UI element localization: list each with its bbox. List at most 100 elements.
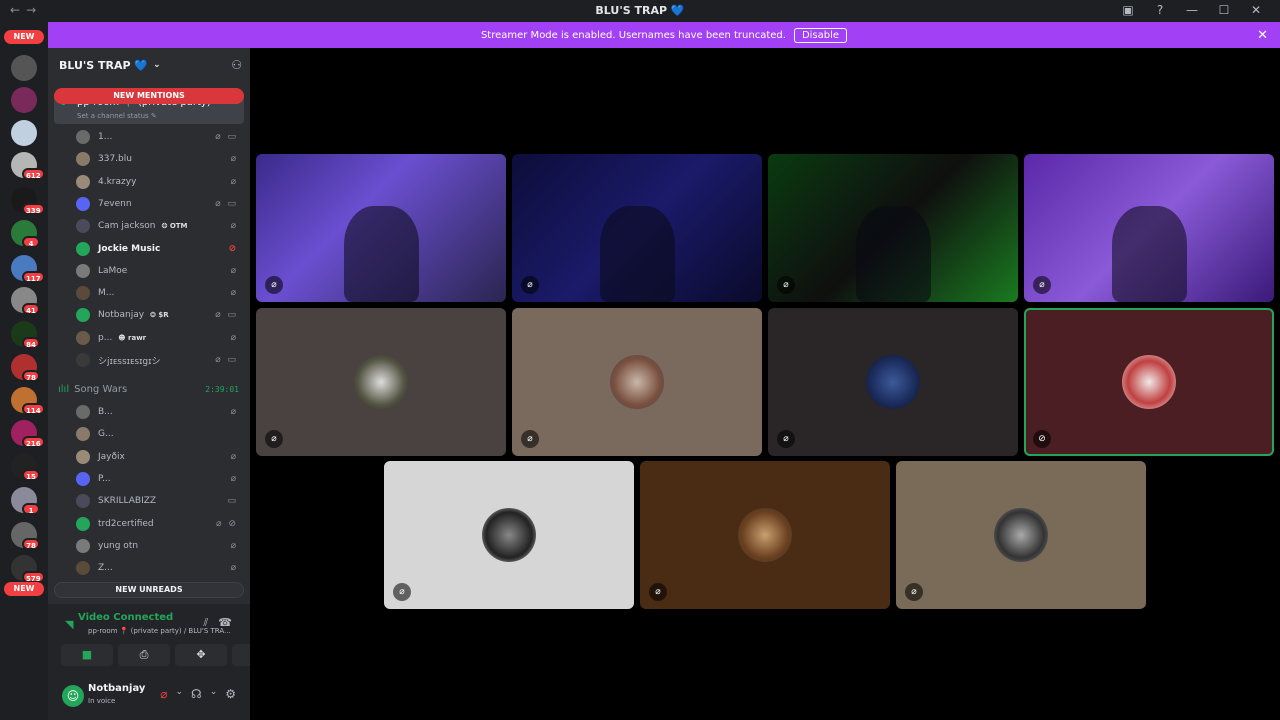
member-row[interactable]: p... ☻ rawr ⌀ [76, 328, 244, 348]
participant-tile[interactable]: ⌀ [384, 461, 634, 609]
server-icon[interactable] [11, 55, 37, 81]
participant-tile[interactable]: ⌀ [640, 461, 890, 609]
channel-song-wars[interactable]: ılıl Song Wars 2:39:01 [58, 381, 244, 397]
mic-muted-icon: ⌀ [521, 276, 539, 294]
participant-tile[interactable]: ⌀ [768, 308, 1018, 456]
server-unread-badge: 78 [22, 538, 40, 550]
new-pill-bottom[interactable]: NEW [4, 582, 44, 596]
avatar [354, 355, 408, 409]
server-unread-badge: 15 [22, 469, 40, 481]
chevron-down-icon[interactable]: ⌄ [210, 687, 218, 701]
server-header[interactable]: BLU'S TRAP 💙 ⌄ ⚇ [48, 48, 250, 82]
member-row[interactable]: M... ⌀ [76, 283, 244, 303]
member-name: シjɪᴇssɪᴇsɪgɪシ [98, 356, 161, 367]
participant-tile[interactable]: ⌀ [256, 308, 506, 456]
member-row[interactable]: P... ⌀ [76, 469, 244, 489]
user-name[interactable]: Notbanjay [88, 683, 145, 694]
avatar [76, 516, 90, 531]
avatar [76, 174, 90, 189]
inbox-icon[interactable]: ▣ [1112, 3, 1144, 17]
member-row[interactable]: 337.blu ⌀ [76, 149, 244, 169]
chevron-down-icon[interactable]: ⌄ [175, 687, 183, 701]
maximize-icon[interactable]: ☐ [1208, 3, 1240, 17]
channel-status[interactable]: Set a channel status ✎ [77, 112, 157, 120]
avatar [994, 508, 1048, 562]
screenshare-button[interactable]: ⎙ [118, 644, 170, 666]
avatar [76, 494, 90, 509]
member-row[interactable]: 7evenn ⌀ ▭ [76, 194, 244, 214]
avatar [76, 405, 90, 419]
video-tile[interactable]: ⌀ [512, 154, 762, 302]
participant-tile[interactable]: ⊘ [1024, 308, 1274, 456]
server-icon[interactable] [11, 87, 37, 113]
video-feed [343, 205, 419, 302]
member-row[interactable]: シjɪᴇssɪᴇsɪgɪシ ⌀ ▭ [76, 350, 244, 370]
member-row[interactable]: trd2certified ⌀ ⊘ [76, 514, 244, 534]
member-row[interactable]: Jayðix ⌀ [76, 447, 244, 467]
mic-muted-icon[interactable]: ⌀ [160, 687, 167, 701]
avatar [76, 241, 90, 256]
gear-icon[interactable]: ⚙ [225, 687, 236, 701]
avatar [482, 508, 536, 562]
server-unread-badge: 612 [22, 168, 45, 180]
disconnect-icon[interactable]: ☎ [218, 616, 242, 629]
disable-button[interactable]: Disable [793, 27, 848, 43]
avatar [76, 561, 90, 576]
new-unreads-pill[interactable]: NEW UNREADS [54, 582, 244, 598]
new-mentions-pill[interactable]: NEW MENTIONS [54, 88, 244, 104]
video-tile[interactable]: ⌀ [256, 154, 506, 302]
member-name: SKRILLABIZZ [98, 496, 157, 507]
member-row[interactable]: Z... ⌀ [76, 558, 244, 578]
member-row[interactable]: LaMoe ⌀ [76, 261, 244, 281]
new-pill-top[interactable]: NEW [4, 30, 44, 44]
participant-tile[interactable]: ⌀ [512, 308, 762, 456]
member-row[interactable]: B... ⌀ [76, 402, 244, 422]
member-name: P... [98, 473, 111, 484]
member-status-icons: ⌀ [230, 540, 238, 551]
help-icon[interactable]: ? [1144, 3, 1176, 17]
voice-status[interactable]: Video Connected [78, 612, 173, 623]
mic-muted-icon: ⌀ [393, 583, 411, 601]
participant-tile[interactable]: ⌀ [896, 461, 1146, 609]
member-row[interactable]: 4.krazyy ⌀ [76, 172, 244, 192]
member-status-icons: ⌀ ⊘ [216, 518, 238, 529]
minimize-icon[interactable]: — [1176, 3, 1208, 17]
member-row[interactable]: Jockie Music ⊘ [76, 239, 244, 259]
signal-icon[interactable]: ◥ [65, 618, 73, 631]
avatar [610, 355, 664, 409]
activities-button[interactable]: ✥ [175, 644, 227, 666]
video-tile[interactable]: ⌀ [768, 154, 1018, 302]
video-tile[interactable]: ⌀ [1024, 154, 1274, 302]
server-icon[interactable] [11, 120, 37, 146]
member-status-icons: ⌀ [230, 332, 238, 343]
avatar [76, 130, 90, 144]
member-status-icons: ⌀ [230, 176, 238, 187]
invite-icon[interactable]: ⚇ [231, 58, 242, 72]
noise-suppression-icon[interactable]: ⫽ [203, 616, 218, 629]
video-stage: ⌀ ⌀ ⌀ ⌀ ⌀ ⌀ ⌀ ⊘ ⌀ ⌀ ⌀ [250, 48, 1280, 720]
banner-close-icon[interactable]: ✕ [1257, 28, 1268, 43]
member-status-icons: ⌀ [230, 221, 238, 232]
member-row[interactable]: Notbanjay ❂ $R ⌀ ▭ [76, 305, 244, 325]
member-tag: ❂ OTM [161, 222, 188, 231]
avatar [866, 355, 920, 409]
avatar[interactable]: ☺ [62, 685, 84, 707]
close-icon[interactable]: ✕ [1240, 3, 1272, 17]
member-name: Z... [98, 563, 113, 574]
member-name: p... [98, 332, 113, 343]
headphones-icon[interactable]: ☊ [191, 687, 202, 701]
member-row[interactable]: SKRILLABIZZ ▭ [76, 491, 244, 511]
member-tag: ❂ $R [150, 311, 169, 320]
avatar [76, 353, 90, 367]
member-row[interactable]: yung otn ⌀ [76, 536, 244, 556]
server-unread-badge: 4 [22, 236, 40, 248]
member-row[interactable]: G... [76, 424, 244, 444]
camera-button[interactable]: ■ [61, 644, 113, 666]
member-row[interactable]: 1... ⌀ ▭ [76, 127, 244, 147]
member-status-icons: ⌀ [230, 563, 238, 574]
member-row[interactable]: Cam jackson ❂ OTM ⌀ [76, 216, 244, 236]
server-unread-badge: 114 [22, 403, 45, 415]
avatar [76, 219, 90, 234]
avatar [76, 286, 90, 301]
video-feed [599, 205, 675, 302]
